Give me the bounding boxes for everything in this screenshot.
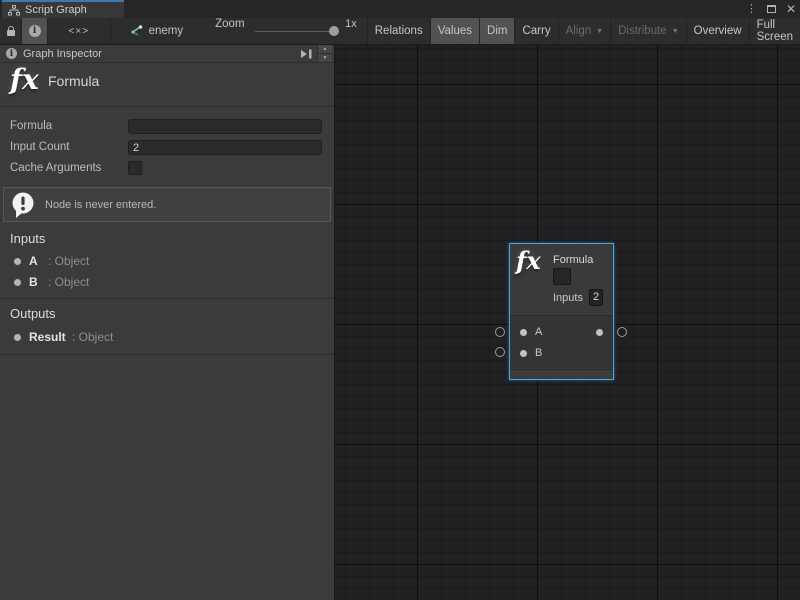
lock-icon: [6, 26, 16, 36]
zoom-slider-thumb[interactable]: [329, 26, 339, 36]
scroll-down-icon[interactable]: ▼: [318, 54, 332, 63]
lock-button[interactable]: [0, 18, 22, 44]
warning-icon: [10, 191, 37, 219]
input-port-a-label: A: [535, 326, 542, 338]
port-connector-result[interactable]: [617, 327, 627, 337]
node-inputs-value[interactable]: 2: [589, 289, 603, 306]
node-title: Formula: [553, 254, 593, 266]
port-type: : Object: [72, 330, 113, 344]
fx-icon: fx: [516, 246, 541, 275]
overview-button[interactable]: Overview: [686, 18, 749, 44]
zoom-value: 1x: [345, 18, 357, 44]
graph-canvas[interactable]: fx Formula Inputs 2 A B: [335, 45, 800, 600]
kebab-menu-icon[interactable]: ⋮: [746, 0, 757, 18]
formula-node[interactable]: fx Formula Inputs 2 A B: [509, 243, 614, 380]
code-icon: <×>: [69, 26, 90, 37]
output-port-result[interactable]: [596, 329, 603, 336]
warning-box: Node is never entered.: [3, 187, 331, 222]
graph-inspector-panel: i Graph Inspector ▲ ▼ fx Formula Formula…: [0, 45, 335, 600]
section-divider: [0, 298, 334, 299]
outputs-heading: Outputs: [10, 306, 56, 321]
node-formula-input[interactable]: [553, 268, 571, 285]
port-name: Result: [29, 330, 66, 344]
tab-label: Script Graph: [25, 4, 87, 16]
cache-arguments-label: Cache Arguments: [10, 162, 101, 174]
port-type: : Object: [48, 275, 89, 289]
maximize-icon[interactable]: [767, 5, 776, 13]
distribute-dropdown[interactable]: Distribute ▼: [610, 18, 686, 44]
tab-bar: Script Graph ⋮ ✕: [0, 0, 800, 18]
inspector-toggle-button[interactable]: i: [22, 18, 48, 44]
carry-button[interactable]: Carry: [514, 18, 557, 44]
values-button[interactable]: Values: [430, 18, 479, 44]
graph-reference[interactable]: enemy: [129, 18, 184, 44]
section-divider: [0, 354, 334, 355]
unit-title: Formula: [48, 73, 99, 89]
port-name: B: [29, 275, 38, 289]
port-bullet-icon: [14, 279, 21, 286]
zoom-label: Zoom: [215, 18, 244, 44]
formula-field-label: Formula: [10, 120, 52, 132]
hierarchy-icon: [8, 5, 20, 16]
formula-input[interactable]: [128, 119, 322, 134]
info-icon: i: [6, 48, 17, 59]
warning-text: Node is never entered.: [45, 199, 156, 211]
input-port-a[interactable]: [520, 329, 527, 336]
port-name: A: [29, 254, 38, 268]
input-port-b[interactable]: [520, 350, 527, 357]
info-icon: i: [29, 25, 41, 37]
dim-button[interactable]: Dim: [479, 18, 514, 44]
full-screen-button[interactable]: Full Screen: [749, 18, 800, 44]
script-graph-icon: [129, 25, 143, 37]
output-port-row-result: Result : Object: [0, 330, 334, 346]
scroll-spinner[interactable]: ▲ ▼: [317, 45, 332, 63]
input-count-label: Input Count: [10, 141, 69, 153]
inputs-heading: Inputs: [10, 231, 45, 246]
toolbar-buttons: Relations Values Dim Carry Align ▼ Distr…: [367, 18, 800, 44]
input-port-b-label: B: [535, 347, 542, 359]
inspector-header: i Graph Inspector ▲ ▼: [0, 45, 334, 63]
unit-title-block: fx Formula: [0, 63, 334, 107]
input-port-row-a: A : Object: [0, 254, 334, 270]
inspector-title: Graph Inspector: [23, 48, 102, 60]
chevron-down-icon: ▼: [596, 28, 603, 35]
input-count-input[interactable]: [128, 140, 322, 155]
tab-script-graph[interactable]: Script Graph: [2, 0, 124, 18]
zoom-slider-track: [255, 31, 340, 32]
chevron-down-icon: ▼: [672, 28, 679, 35]
port-connector-a[interactable]: [495, 327, 505, 337]
align-dropdown[interactable]: Align ▼: [558, 18, 611, 44]
dock-panel-icon[interactable]: [300, 49, 313, 59]
scroll-up-icon[interactable]: ▲: [318, 45, 332, 54]
port-bullet-icon: [14, 334, 21, 341]
node-ports-section: A B: [510, 315, 613, 368]
window-controls: ⋮ ✕: [746, 0, 796, 18]
graph-toolbar: i <×> enemy Zoom 1x Relations Values Dim…: [0, 18, 800, 45]
close-icon[interactable]: ✕: [786, 0, 796, 18]
zoom-slider[interactable]: [255, 18, 340, 44]
port-type: : Object: [48, 254, 89, 268]
input-port-row-b: B : Object: [0, 275, 334, 291]
code-view-button[interactable]: <×>: [48, 18, 111, 44]
graph-name: enemy: [149, 25, 184, 37]
fx-icon: fx: [10, 63, 39, 96]
relations-button[interactable]: Relations: [367, 18, 430, 44]
node-footer: [510, 369, 613, 379]
port-connector-b[interactable]: [495, 347, 505, 357]
port-bullet-icon: [14, 258, 21, 265]
node-inputs-label: Inputs: [553, 292, 583, 304]
cache-arguments-checkbox[interactable]: [128, 161, 142, 175]
